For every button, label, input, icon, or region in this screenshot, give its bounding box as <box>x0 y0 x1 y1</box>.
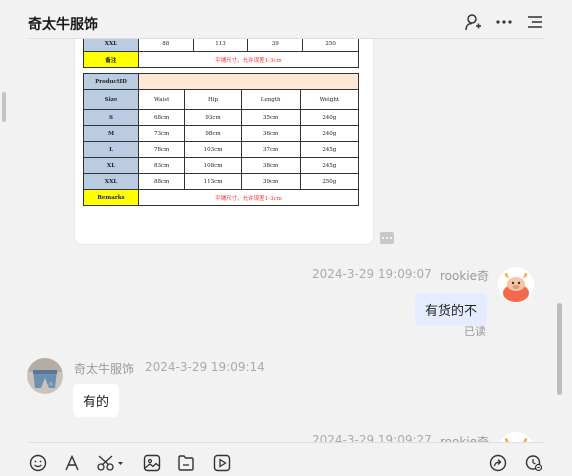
avatar[interactable] <box>498 267 534 303</box>
remarks-text: 平铺尺寸，允许误差1-3cm <box>138 189 359 206</box>
table-cell: 113cm <box>184 173 242 190</box>
table-header: Hip <box>184 89 242 110</box>
table-cell: 39 <box>247 39 304 52</box>
table-cell: L <box>83 141 139 158</box>
table-cell: XXL <box>83 173 139 190</box>
history-icon[interactable] <box>524 453 544 473</box>
table-header: Waist <box>137 89 186 110</box>
avatar[interactable] <box>498 432 534 442</box>
table-row: S 68cm 93cm 35cm 240g <box>83 109 360 126</box>
table-cell: 108cm <box>184 157 242 174</box>
table-row: XXL 88cm 113cm 39cm 250g <box>83 173 360 190</box>
table-cell: 240g <box>299 109 360 126</box>
table-cell: 245g <box>299 157 360 174</box>
left-scrollbar[interactable] <box>2 92 6 122</box>
table-cell: 250g <box>299 173 360 190</box>
sender-name: rookie奇 <box>440 435 490 442</box>
message-time: 2024-3-29 19:09:27 <box>312 433 432 442</box>
table-cell: XXL <box>83 39 139 52</box>
table-cell: 36cm <box>240 125 301 142</box>
share-icon[interactable] <box>488 453 508 473</box>
table-cell: 73cm <box>137 125 186 142</box>
table-cell: XL <box>83 157 139 174</box>
message-more-button[interactable] <box>380 232 394 244</box>
table-cell: 88cm <box>137 173 186 190</box>
chat-scrollbar[interactable] <box>557 303 562 395</box>
table-cell: M <box>83 125 139 142</box>
size-table: ProductID Size Waist Hip Length Weight S… <box>83 73 360 206</box>
image-icon[interactable] <box>142 453 162 473</box>
message-bubble[interactable]: 有货的不 <box>415 293 488 326</box>
table-header: Size <box>83 89 139 110</box>
table-row: L 78cm 103cm 37cm 245g <box>83 141 360 158</box>
emoji-icon[interactable] <box>28 453 48 473</box>
file-icon[interactable] <box>176 453 196 473</box>
table-cell: 240g <box>299 125 360 142</box>
product-id-value <box>138 73 359 90</box>
table-cell: 39cm <box>240 173 301 190</box>
table-cell: S <box>83 109 139 126</box>
message-bubble[interactable]: 有的 <box>73 384 120 417</box>
video-icon[interactable] <box>212 453 232 473</box>
remarks-label: 备注 <box>83 51 139 68</box>
more-icon[interactable] <box>494 12 514 32</box>
toolbar-divider <box>28 442 544 443</box>
table-cell: 88 <box>137 39 194 52</box>
remarks-label: Remarks <box>83 189 139 206</box>
table-cell: 83cm <box>137 157 186 174</box>
table-cell: 78cm <box>137 141 186 158</box>
remarks-text: 平铺尺寸，允许误差1-3cm <box>137 51 360 68</box>
chat-title: 奇太牛服饰 <box>28 17 98 33</box>
input-toolbar <box>0 442 572 476</box>
table-cell: 98cm <box>184 125 242 142</box>
scissors-icon[interactable] <box>96 453 126 473</box>
table-header: Weight <box>299 89 360 110</box>
table-cell: 103cm <box>184 141 242 158</box>
sender-name: 奇太牛服饰 <box>74 362 135 376</box>
table-row: M 73cm 98cm 36cm 240g <box>83 125 360 142</box>
product-id-label: ProductID <box>83 73 139 90</box>
table-cell: 245g <box>299 141 360 158</box>
table-cell: 38cm <box>240 157 301 174</box>
message-time: 2024-3-29 19:09:14 <box>145 360 265 374</box>
table-cell: 37cm <box>240 141 301 158</box>
table-cell: 113 <box>192 39 249 52</box>
size-table-partial: XXL 88 113 39 250 备注 平铺尺寸，允许误差1-3cm <box>83 39 360 68</box>
menu-icon[interactable] <box>525 12 545 32</box>
read-status: 已读 <box>464 325 486 338</box>
chat-header: 奇太牛服饰 <box>0 0 572 44</box>
table-header: Length <box>240 89 301 110</box>
sender-name: rookie奇 <box>440 269 490 283</box>
message-meta: 2024-3-29 19:09:07 <box>312 267 432 281</box>
table-row: XL 83cm 108cm 38cm 245g <box>83 157 360 174</box>
table-cell: 250 <box>302 39 359 52</box>
table-cell: 35cm <box>240 109 301 126</box>
message-time: 2024-3-29 19:09:07 <box>312 267 432 281</box>
avatar[interactable] <box>27 358 63 394</box>
product-size-chart-image[interactable]: XXL 88 113 39 250 备注 平铺尺寸，允许误差1-3cm Prod… <box>74 39 374 245</box>
chat-message-list[interactable]: XXL 88 113 39 250 备注 平铺尺寸，允许误差1-3cm Prod… <box>0 39 572 442</box>
add-member-icon[interactable] <box>463 12 483 32</box>
table-cell: 68cm <box>137 109 186 126</box>
table-cell: 93cm <box>184 109 242 126</box>
font-icon[interactable] <box>62 453 82 473</box>
